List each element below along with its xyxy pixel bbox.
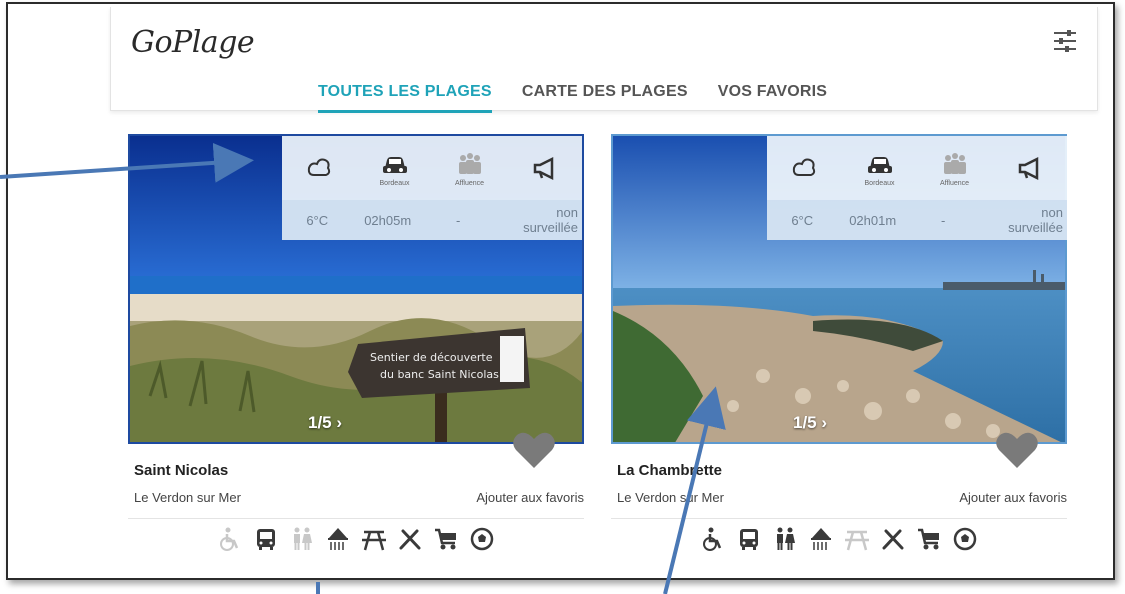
arrow-to-photo: [663, 386, 726, 594]
arrow-to-info-panel: [0, 142, 254, 183]
annotation-arrows: [0, 142, 726, 594]
